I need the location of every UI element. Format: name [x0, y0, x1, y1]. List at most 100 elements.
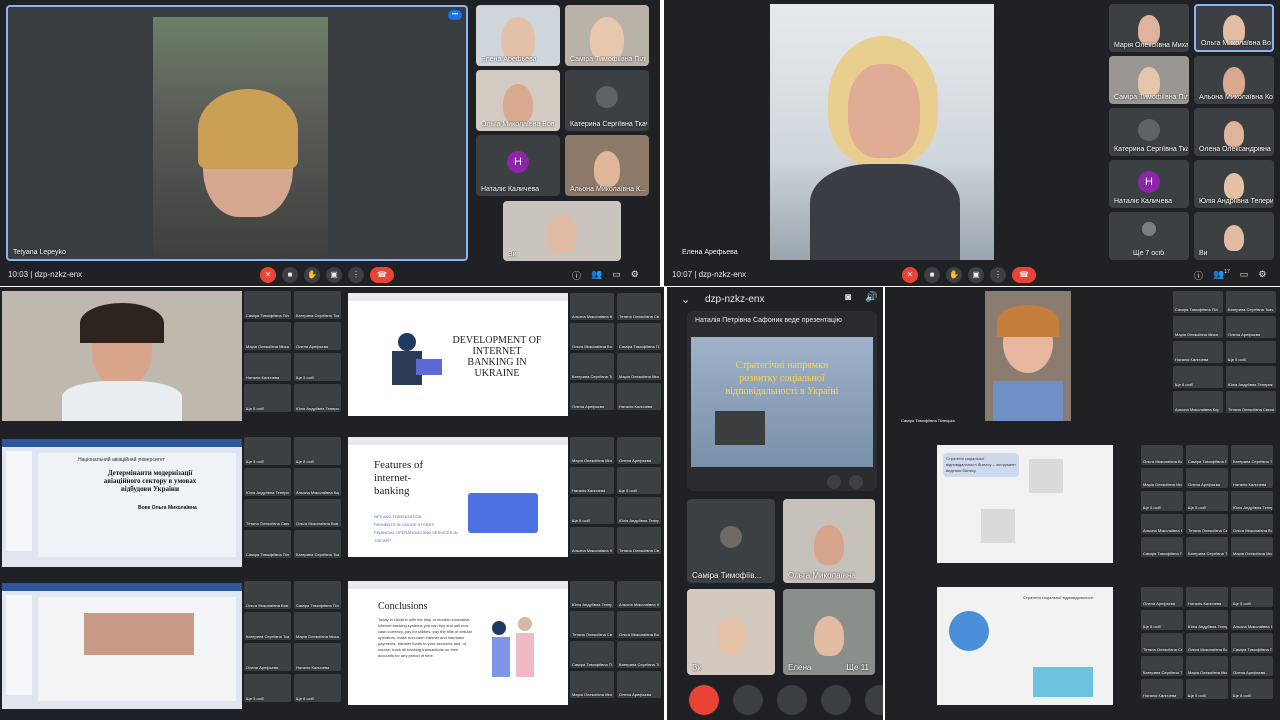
mic-off-button[interactable]: ✕: [902, 267, 918, 283]
mini-participant-tile[interactable]: Катерина Сергіївна Ткач: [617, 641, 661, 668]
mini-participant-tile[interactable]: Саміра Тимофіївна Піл: [570, 641, 614, 668]
mini-participant-tile[interactable]: Ольга Миколаївна Вов: [570, 323, 614, 350]
mini-participant-tile[interactable]: Олена Арефьєва: [1231, 656, 1273, 676]
participant-tile-5[interactable]: Катерина Сергіївна Ткач: [1109, 108, 1189, 156]
mini-participant-tile[interactable]: Наталія Каличева: [617, 383, 661, 410]
raise-hand-button[interactable]: [821, 685, 851, 715]
presentation-tile[interactable]: Наталія Петрівна Сафоник веде презентаці…: [687, 311, 877, 491]
mini-participant-tile[interactable]: Олена Арефьєва: [1141, 587, 1183, 607]
mini-participant-tile[interactable]: Марія Олексіївна Миха: [1141, 468, 1183, 488]
mini-participant-tile[interactable]: Наталія Каличева: [294, 643, 341, 671]
people-icon[interactable]: 👥: [591, 269, 602, 282]
participant-tile-2[interactable]: Саміра Тимофіївна Піл: [565, 5, 649, 66]
mini-participant-tile[interactable]: Ще 5 осіб: [617, 467, 661, 494]
mini-participant-tile[interactable]: Олена Арефьєва: [244, 643, 291, 671]
present-button[interactable]: ▣: [326, 267, 342, 283]
mini-participant-tile[interactable]: Ольга Миколаївна Вов: [1231, 514, 1273, 534]
more-button[interactable]: ⋮: [348, 267, 364, 283]
mini-participant-tile[interactable]: Олена Арефьєва: [1226, 316, 1276, 338]
camera-button[interactable]: ■: [924, 267, 940, 283]
chat-icon[interactable]: ▭: [612, 269, 621, 282]
mini-participant-tile[interactable]: Катерина Сергіївна Ткач: [1186, 537, 1228, 557]
more-button[interactable]: ⋮: [990, 267, 1006, 283]
mic-off-button[interactable]: [777, 685, 807, 715]
mini-participant-tile[interactable]: Катерина Сергіївна Ткач: [570, 353, 614, 380]
mini-participant-tile[interactable]: Наталія Каличева: [244, 353, 291, 381]
mini-participant-tile[interactable]: Ольга Миколаївна Вов: [1186, 633, 1228, 653]
mini-participant-tile[interactable]: Саміра Тимофіївна Піл: [617, 323, 661, 350]
participant-tile-self[interactable]: Ви: [687, 589, 775, 675]
activities-icon[interactable]: ⚙: [1258, 269, 1266, 282]
end-call-button[interactable]: ☎: [1012, 267, 1036, 283]
mini-participant-tile[interactable]: Наталія Каличева: [1231, 468, 1273, 488]
mini-participant-tile[interactable]: Наталія Каличева: [1186, 587, 1228, 607]
mini-participant-tile[interactable]: Марія Олексіївна Миха: [244, 322, 291, 350]
mini-participant-tile[interactable]: Саміра Тимофіївна Піл: [1186, 445, 1228, 465]
mini-participant-tile[interactable]: Альона Миколаївна Кор: [1141, 514, 1183, 534]
mini-participant-tile[interactable]: Ще 5 осіб: [244, 437, 291, 465]
camera-button[interactable]: ■: [282, 267, 298, 283]
mini-participant-tile[interactable]: Марія Олексіївна Миха: [570, 671, 614, 698]
main-video-tile[interactable]: Елена Арефьева: [664, 0, 1104, 264]
mini-participant-tile[interactable]: Саміра Тимофіївна Піл: [244, 530, 291, 558]
mini-participant-tile[interactable]: Олена Арефьєва: [617, 437, 661, 464]
mini-participant-tile[interactable]: Марія Олексіївна Миха: [1186, 656, 1228, 676]
participant-tile-8[interactable]: Юлія Андріївна Теперик: [1194, 160, 1274, 208]
mini-participant-tile[interactable]: Марія Олексіївна Миха: [570, 437, 614, 464]
mini-participant-tile[interactable]: Катерина Сергіївна Ткач: [294, 291, 341, 319]
more-button[interactable]: [865, 685, 883, 715]
mic-off-button[interactable]: ✕: [260, 267, 276, 283]
mini-participant-tile[interactable]: Наталія Каличева: [570, 467, 614, 494]
mini-participant-tile[interactable]: Саміра Тимофіївна Піл: [294, 581, 341, 609]
mini-participant-tile[interactable]: Марія Олексіївна Миха: [617, 353, 661, 380]
camera-off-button[interactable]: [733, 685, 763, 715]
info-icon[interactable]: ⓘ: [1194, 269, 1203, 282]
participant-tile-1[interactable]: Елена Арефьева: [476, 5, 560, 66]
more-options-icon[interactable]: •••: [448, 10, 462, 20]
mini-participant-tile[interactable]: Катерина Сергіївна Ткач: [1141, 656, 1183, 676]
mini-participant-tile[interactable]: Олена Арефьєва: [617, 671, 661, 698]
mini-participant-tile[interactable]: Тетяна Олексіївна Свєсик: [244, 499, 291, 527]
main-video-tile[interactable]: ••• Tetyana Lepeyko: [6, 5, 468, 261]
mini-participant-tile[interactable]: Ольга Миколаївна Вов: [617, 611, 661, 638]
mini-participant-tile[interactable]: Саміра Тимофіївна Піл: [1173, 291, 1223, 313]
mini-participant-tile[interactable]: Марія Олексіївна Миха: [1231, 537, 1273, 557]
mini-participant-tile[interactable]: Олена Арефьєва: [294, 322, 341, 350]
mini-participant-tile[interactable]: Ольга Миколаївна Вов: [244, 581, 291, 609]
mini-participant-tile[interactable]: Тетяна Олексіївна Свєсик: [617, 527, 661, 554]
raise-hand-button[interactable]: ✋: [304, 267, 320, 283]
mini-participant-tile[interactable]: Альона Миколаївна Кор: [570, 527, 614, 554]
mini-participant-tile[interactable]: Юлія Андріївна Теперик: [570, 581, 614, 608]
participant-tile-1[interactable]: Саміра Тимофіїв...: [687, 499, 775, 583]
mini-participant-tile[interactable]: Наталія Каличева: [1173, 341, 1223, 363]
present-button[interactable]: ▣: [968, 267, 984, 283]
info-icon[interactable]: ⓘ: [572, 269, 581, 282]
mini-participant-tile[interactable]: Олена Арефьєва: [570, 383, 614, 410]
participant-tile-1[interactable]: Марія Олексіївна Миха...: [1109, 4, 1189, 52]
mini-participant-tile[interactable]: Юлія Андріївна Теперик: [294, 384, 341, 412]
mini-participant-tile[interactable]: Катерина Сергіївна Ткач: [244, 612, 291, 640]
fullscreen-icon[interactable]: [849, 475, 863, 489]
participant-tile-3[interactable]: Ольга Миколаївна Вов: [476, 70, 560, 131]
mini-participant-tile[interactable]: Ще 5 осіб: [244, 674, 291, 702]
mini-participant-tile[interactable]: Олена Арефьєва: [1186, 468, 1228, 488]
mini-participant-tile[interactable]: Ще 8 осіб: [244, 384, 291, 412]
participant-tile-self[interactable]: Ви: [503, 201, 621, 261]
end-call-button[interactable]: ☎: [370, 267, 394, 283]
more-participants-label[interactable]: Ще 11: [847, 663, 869, 672]
mini-participant-tile[interactable]: Ще 8 осіб: [1186, 491, 1228, 511]
mini-participant-tile[interactable]: Ще 5 осіб: [1141, 491, 1183, 511]
camera-switch-icon[interactable]: ◙: [845, 292, 851, 303]
mini-participant-tile[interactable]: Юлія Андріївна Теперик: [617, 497, 661, 524]
mini-participant-tile[interactable]: Тетяна Олексіївна Свєсик: [1186, 514, 1228, 534]
raise-hand-button[interactable]: ✋: [946, 267, 962, 283]
participant-tile-self[interactable]: Ви: [1194, 212, 1274, 260]
mini-participant-tile[interactable]: Альона Миколаївна Кор: [617, 581, 661, 608]
mini-participant-tile[interactable]: Тетяна Олексіївна Свєсик: [570, 611, 614, 638]
mini-participant-tile[interactable]: Тетяна Олексіївна Свєсик: [617, 293, 661, 320]
mini-participant-tile[interactable]: Ще 8 осіб: [294, 674, 341, 702]
mini-participant-tile[interactable]: Альона Миколаївна Кор: [1231, 610, 1273, 630]
mini-participant-tile[interactable]: Ольга Миколаївна Вов: [294, 499, 341, 527]
mini-participant-tile[interactable]: Ще 5 осіб: [294, 353, 341, 381]
mini-participant-tile[interactable]: Ще 8 осіб: [1141, 610, 1183, 630]
